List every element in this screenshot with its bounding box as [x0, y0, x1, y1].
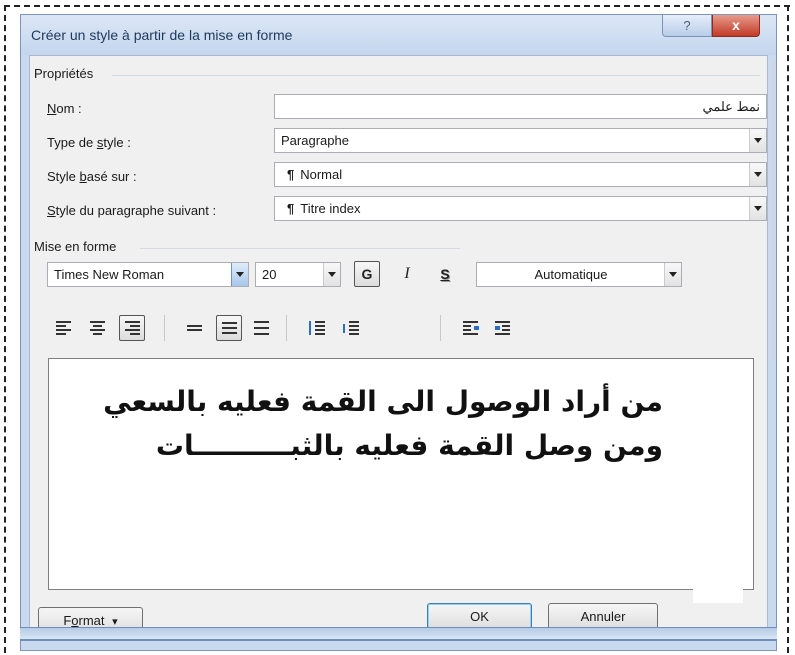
formatting-divider — [140, 248, 460, 249]
dialog-body: Propriétés Nom : نمط علمي Type de style … — [29, 55, 768, 637]
chevron-down-icon[interactable] — [664, 263, 681, 286]
one-and-half-spacing-icon[interactable] — [216, 315, 242, 341]
font-size-dropdown[interactable]: 20 — [255, 262, 341, 287]
properties-divider — [112, 75, 760, 76]
dashed-border-left — [4, 5, 6, 653]
close-button[interactable]: x — [712, 15, 760, 37]
based-on-label-pre: Style — [47, 169, 80, 184]
style-type-value: Paragraphe — [281, 133, 349, 148]
next-style-value: Titre index — [300, 201, 361, 216]
chevron-down-icon[interactable] — [749, 197, 766, 220]
based-on-label: Style basé sur : — [47, 169, 137, 184]
properties-section-label: Propriétés — [34, 66, 94, 81]
based-on-label-accelerator: b — [79, 169, 87, 184]
decrease-paragraph-spacing-icon[interactable] — [340, 317, 362, 339]
name-label-accelerator: N — [47, 101, 57, 116]
shadow-button[interactable]: S — [432, 261, 458, 287]
style-type-label-post: tyle : — [103, 135, 131, 150]
next-style-label-post: tyle du paragraphe suivant : — [55, 203, 217, 218]
next-style-label-accelerator: S — [47, 203, 56, 218]
italic-button[interactable]: I — [394, 261, 420, 287]
format-label-post: rmat — [78, 613, 105, 628]
window-bottom-edge — [20, 627, 777, 641]
font-color-dropdown[interactable]: Automatique — [476, 262, 682, 287]
align-center-icon[interactable] — [87, 317, 109, 339]
chevron-down-icon[interactable] — [749, 163, 766, 186]
font-name-value: Times New Roman — [54, 267, 165, 282]
style-type-label-pre: Type de — [47, 135, 97, 150]
dashed-border-right — [787, 5, 789, 653]
style-type-label: Type de style : — [47, 135, 131, 150]
title-bar: Créer un style à partir de la mise en fo… — [21, 15, 776, 55]
style-preview-area: من أراد الوصول الى القمة فعليه بالسعي وم… — [48, 358, 754, 590]
preview-line-1: من أراد الوصول الى القمة فعليه بالسعي — [103, 385, 663, 418]
toolbar-separator — [286, 315, 287, 341]
name-label-text: om : — [56, 101, 82, 116]
style-type-dropdown[interactable]: Paragraphe — [274, 128, 767, 153]
increase-indent-icon[interactable] — [492, 317, 514, 339]
chevron-down-icon[interactable] — [231, 263, 248, 286]
paragraph-mark-icon: ¶ — [287, 201, 295, 216]
right-edge-strip — [772, 60, 775, 360]
based-on-dropdown[interactable]: ¶ Normal — [274, 162, 767, 187]
name-field[interactable]: نمط علمي — [274, 94, 767, 119]
based-on-label-post: asé sur : — [86, 169, 137, 184]
formatting-section-label: Mise en forme — [34, 239, 117, 254]
align-left-icon[interactable] — [53, 317, 75, 339]
increase-paragraph-spacing-icon[interactable] — [306, 317, 328, 339]
next-style-dropdown[interactable]: ¶ Titre index — [274, 196, 767, 221]
double-spacing-icon[interactable] — [251, 317, 273, 339]
paragraph-mark-icon: ¶ — [287, 167, 295, 182]
preview-line-2: ومن وصل القمة فعليه بالثبــــــــــات — [155, 429, 663, 462]
next-style-label: Style du paragraphe suivant : — [47, 203, 216, 218]
name-label: Nom : — [47, 101, 82, 116]
decrease-indent-icon[interactable] — [460, 317, 482, 339]
dialog-title: Créer un style à partir de la mise en fo… — [31, 27, 293, 43]
help-button[interactable]: ? — [662, 15, 712, 37]
create-style-dialog: Créer un style à partir de la mise en fo… — [20, 14, 777, 651]
image-patch — [693, 589, 743, 603]
chevron-down-icon[interactable] — [323, 263, 340, 286]
font-color-value: Automatique — [534, 267, 608, 282]
toolbar-separator — [440, 315, 441, 341]
font-name-dropdown[interactable]: Times New Roman — [47, 262, 249, 287]
chevron-down-icon[interactable] — [749, 129, 766, 152]
align-right-icon[interactable] — [119, 315, 145, 341]
single-spacing-icon[interactable] — [184, 317, 206, 339]
based-on-value: Normal — [300, 167, 343, 182]
dashed-border-top — [4, 5, 790, 7]
toolbar-separator — [164, 315, 165, 341]
bold-button[interactable]: G — [354, 261, 380, 287]
font-size-value: 20 — [262, 267, 277, 282]
format-label-accelerator: o — [71, 613, 79, 628]
